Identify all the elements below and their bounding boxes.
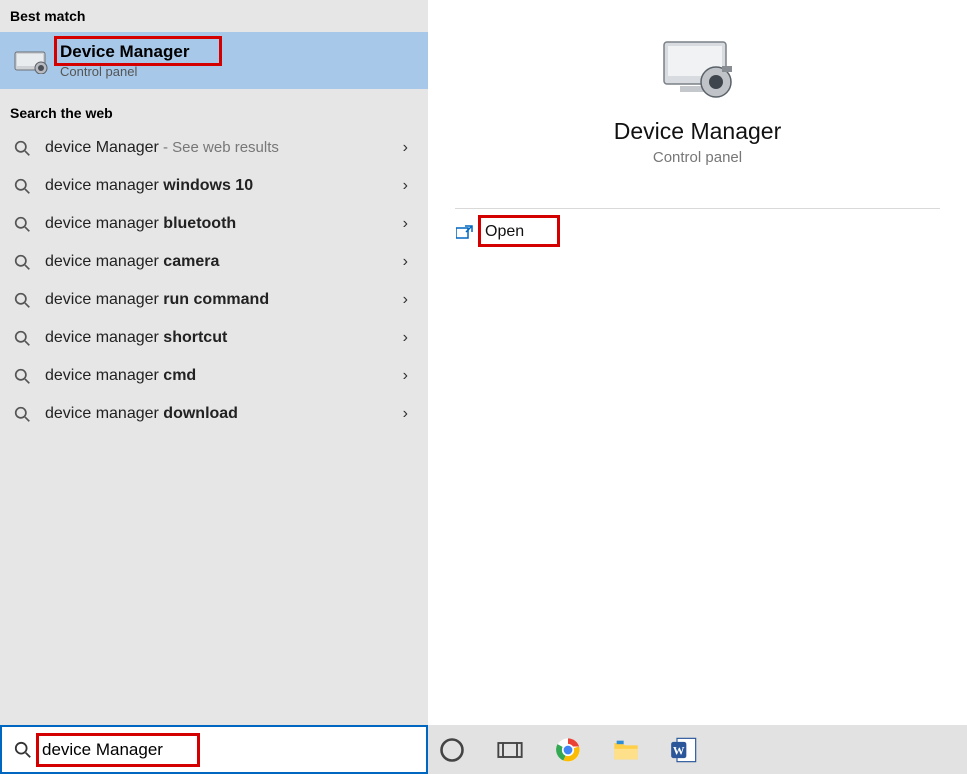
web-result-label: device manager cmd — [45, 367, 403, 385]
open-action[interactable]: Open — [428, 219, 967, 245]
best-match-item[interactable]: Device Manager Control panel — [0, 32, 428, 89]
search-icon — [14, 254, 31, 271]
best-match-header: Best match — [0, 0, 428, 32]
web-result-item[interactable]: device manager bluetooth › — [0, 205, 428, 243]
chevron-right-icon[interactable]: › — [403, 405, 408, 423]
web-result-label: device manager run command — [45, 291, 403, 309]
svg-text:W: W — [673, 744, 685, 757]
web-result-label: device manager download — [45, 405, 403, 423]
search-web-header: Search the web — [0, 97, 428, 129]
search-icon — [14, 330, 31, 347]
search-icon — [14, 406, 31, 423]
file-explorer-icon[interactable] — [612, 736, 640, 764]
web-result-item[interactable]: device manager run command › — [0, 281, 428, 319]
web-result-label: device Manager - See web results — [45, 139, 403, 157]
web-result-label: device manager camera — [45, 253, 403, 271]
chevron-right-icon[interactable]: › — [403, 291, 408, 309]
web-result-label: device manager bluetooth — [45, 215, 403, 233]
search-icon — [14, 216, 31, 233]
web-result-item[interactable]: device manager windows 10 › — [0, 167, 428, 205]
web-results-list: device Manager - See web results › devic… — [0, 129, 428, 433]
task-view-icon[interactable] — [496, 736, 524, 764]
search-icon — [14, 178, 31, 195]
device-manager-icon — [660, 34, 736, 100]
chevron-right-icon[interactable]: › — [403, 367, 408, 385]
search-icon — [14, 140, 31, 157]
web-result-item[interactable]: device manager download › — [0, 395, 428, 433]
chevron-right-icon[interactable]: › — [403, 253, 408, 271]
search-results-panel: Best match Device Manager Control panel … — [0, 0, 428, 725]
chrome-icon[interactable] — [554, 736, 582, 764]
web-result-label: device manager shortcut — [45, 329, 403, 347]
search-icon — [14, 741, 32, 759]
web-result-label: device manager windows 10 — [45, 177, 403, 195]
cortana-icon[interactable] — [438, 736, 466, 764]
chevron-right-icon[interactable]: › — [403, 329, 408, 347]
web-result-item[interactable]: device manager cmd › — [0, 357, 428, 395]
preview-panel: Device Manager Control panel Open — [428, 0, 967, 725]
web-result-item[interactable]: device manager camera › — [0, 243, 428, 281]
open-icon — [456, 225, 473, 239]
chevron-right-icon[interactable]: › — [403, 139, 408, 157]
chevron-right-icon[interactable]: › — [403, 177, 408, 195]
highlight-box-search — [36, 733, 200, 767]
taskbar: W — [428, 725, 967, 774]
web-result-item[interactable]: device Manager - See web results › — [0, 129, 428, 167]
device-manager-icon — [14, 48, 48, 74]
search-icon — [14, 368, 31, 385]
word-icon[interactable]: W — [670, 736, 698, 764]
preview-title: Device Manager — [614, 118, 781, 145]
web-result-item[interactable]: device manager shortcut › — [0, 319, 428, 357]
highlight-box-title — [54, 36, 222, 66]
chevron-right-icon[interactable]: › — [403, 215, 408, 233]
best-match-subtitle: Control panel — [60, 64, 189, 79]
highlight-box-open — [478, 215, 560, 247]
search-bar[interactable] — [0, 725, 428, 774]
preview-subtitle: Control panel — [653, 149, 742, 166]
preview-divider — [455, 208, 940, 209]
search-icon — [14, 292, 31, 309]
